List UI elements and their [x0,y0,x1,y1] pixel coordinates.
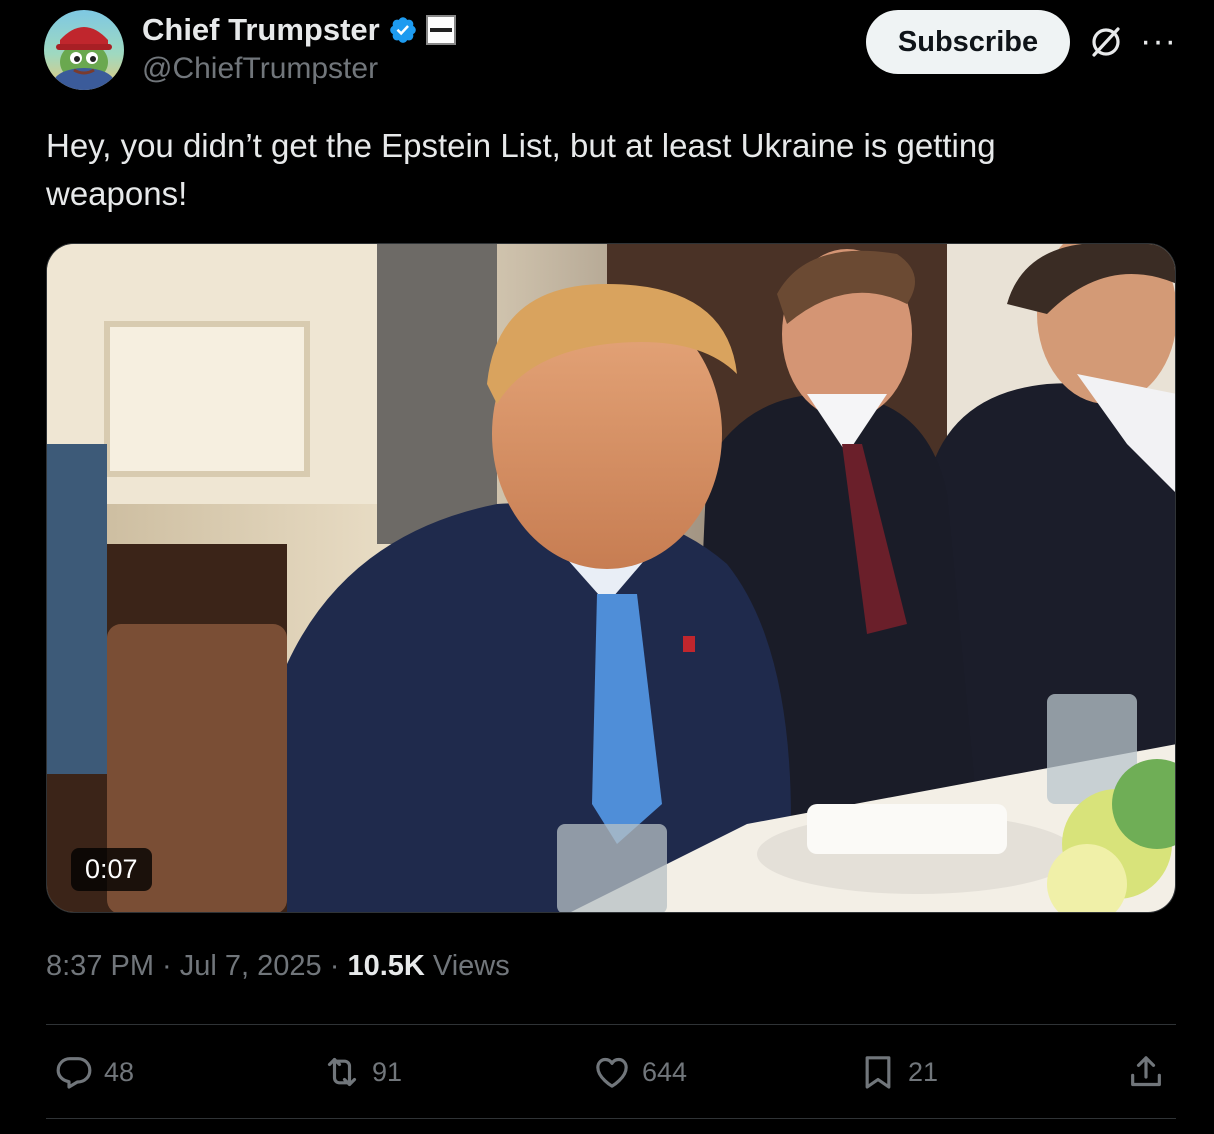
heart-icon [596,1057,628,1088]
divider [46,1118,1176,1119]
video-player[interactable]: 0:07 [46,243,1176,913]
verified-badge-icon[interactable] [388,15,418,45]
repost-icon [327,1057,357,1087]
avatar[interactable] [44,10,124,90]
display-name[interactable]: Chief Trumpster [142,12,380,48]
like-count: 644 [642,1056,688,1087]
bookmark-icon [865,1056,891,1089]
reply-button[interactable]: 48 [54,1052,134,1092]
share-button[interactable] [1126,1052,1166,1092]
share-icon [1131,1056,1161,1087]
video-frame [47,244,1175,912]
meta-separator: · [154,950,180,982]
tweet-time[interactable]: 8:37 PM [46,950,154,982]
meta-separator: · [321,950,348,982]
repost-button[interactable]: 91 [322,1052,402,1092]
tweet-date[interactable]: Jul 7, 2025 [180,950,322,982]
repost-count: 91 [372,1056,403,1087]
bookmark-button[interactable]: 21 [858,1052,938,1092]
reply-count: 48 [104,1056,135,1087]
views-count: 10.5K [347,950,425,982]
tweet-text: Hey, you didn’t get the Epstein List, bu… [46,127,996,212]
video-duration: 0:07 [71,848,152,891]
handle[interactable]: @ChiefTrumpster [142,52,378,86]
tweet-meta: 8:37 PM · Jul 7, 2025 · 10.5K Views [46,950,510,983]
more-options-icon[interactable]: ··· [1140,22,1177,61]
divider [46,1024,1176,1025]
like-button[interactable]: 644 [592,1052,687,1092]
reply-icon [56,1057,92,1089]
avatar-image [54,27,114,90]
affiliate-badge-icon[interactable] [425,15,456,45]
bookmark-count: 21 [908,1056,939,1087]
grok-icon[interactable] [1088,24,1124,60]
subscribe-button[interactable]: Subscribe [866,10,1070,74]
views-label: Views [424,950,510,982]
